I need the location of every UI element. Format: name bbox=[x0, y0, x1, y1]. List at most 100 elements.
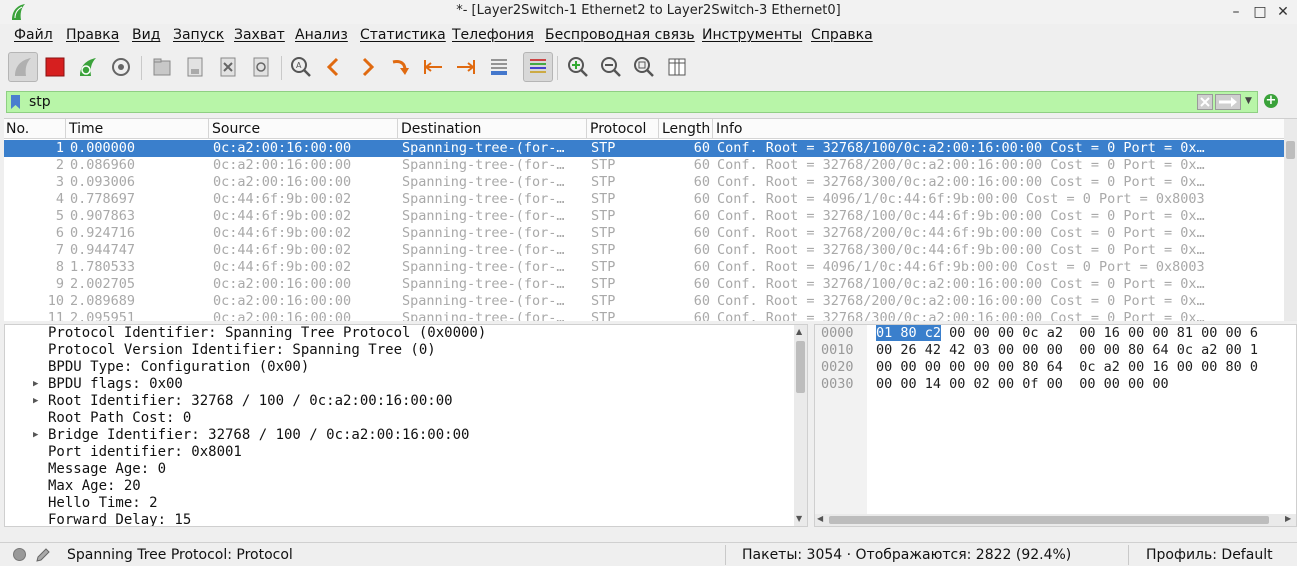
packet-cell: 60 bbox=[693, 208, 710, 224]
column-divider[interactable] bbox=[208, 119, 209, 139]
menu-view[interactable]: Вид bbox=[132, 27, 160, 43]
zoom-normal-icon[interactable] bbox=[629, 52, 659, 82]
details-scrollbar[interactable]: ▲ ▼ bbox=[794, 325, 807, 526]
go-back-icon[interactable] bbox=[319, 52, 349, 82]
expand-arrow-icon[interactable]: ▶ bbox=[33, 427, 38, 444]
hex-horizontal-scrollbar[interactable]: ◀ ▶ bbox=[815, 514, 1296, 526]
menu-bar: Файл Правка Вид Запуск Захват Анализ Ста… bbox=[0, 25, 1297, 47]
packet-cell: Spanning-tree-(for-… bbox=[402, 259, 565, 275]
packet-row[interactable]: 6 0.924716 0c:44:6f:9b:00:02 Spanning-tree-… bbox=[4, 225, 1284, 242]
menu-telephony[interactable]: Телефония bbox=[452, 27, 534, 43]
packet-row[interactable]: 8 1.780533 0c:44:6f:9b:00:02 Spanning-tree-… bbox=[4, 259, 1284, 276]
hex-offset: 0030 bbox=[821, 376, 854, 392]
resize-columns-icon[interactable] bbox=[662, 52, 692, 82]
column-divider[interactable] bbox=[397, 119, 398, 139]
stop-icon[interactable] bbox=[40, 52, 70, 82]
menu-tools[interactable]: Инструменты bbox=[702, 27, 802, 43]
packet-row[interactable]: 4 0.778697 0c:44:6f:9b:00:02 Spanning-tree-… bbox=[4, 191, 1284, 208]
packet-row[interactable]: 9 2.002705 0c:a2:00:16:00:00 Spanning-tree-… bbox=[4, 276, 1284, 293]
colorize-icon[interactable] bbox=[523, 52, 553, 82]
scroll-down-icon[interactable]: ▼ bbox=[796, 514, 802, 523]
packet-row[interactable]: 1 0.000000 0c:a2:00:16:00:00 Spanning-tree-… bbox=[4, 140, 1284, 157]
zoom-out-icon[interactable] bbox=[596, 52, 626, 82]
filter-history-dropdown-icon[interactable]: ▼ bbox=[1245, 96, 1252, 106]
go-first-icon[interactable] bbox=[418, 52, 448, 82]
packet-row[interactable]: 7 0.944747 0c:44:6f:9b:00:02 Spanning-tree-… bbox=[4, 242, 1284, 259]
menu-go[interactable]: Запуск bbox=[173, 27, 224, 43]
packet-cell: 2.089689 bbox=[70, 293, 136, 309]
autoscroll-icon[interactable] bbox=[484, 52, 514, 82]
go-to-packet-icon[interactable] bbox=[385, 52, 415, 82]
save-file-icon[interactable] bbox=[180, 52, 210, 82]
expert-info-icon[interactable] bbox=[13, 548, 26, 561]
clear-filter-icon[interactable] bbox=[1197, 94, 1213, 110]
column-header-time[interactable]: Time bbox=[69, 121, 103, 137]
packet-cell: 0c:a2:00:16:00:00 bbox=[213, 293, 352, 309]
column-header-info[interactable]: Info bbox=[716, 121, 743, 137]
packet-cell: 60 bbox=[693, 310, 710, 321]
packet-row[interactable]: 11 2.095951 0c:a2:00:16:00:00 Spanning-tree… bbox=[4, 310, 1284, 321]
packet-row[interactable]: 3 0.093006 0c:a2:00:16:00:00 Spanning-tree-… bbox=[4, 174, 1284, 191]
column-divider[interactable] bbox=[586, 119, 587, 139]
packet-list-scrollbar-thumb[interactable] bbox=[1286, 141, 1295, 159]
filter-bookmark-icon[interactable] bbox=[11, 95, 20, 109]
scroll-right-icon[interactable]: ▶ bbox=[1285, 514, 1291, 523]
display-filter-input[interactable]: stp ▼ bbox=[6, 91, 1258, 113]
packet-cell: 60 bbox=[693, 225, 710, 241]
hex-bytes-row[interactable]: 01 80 c2 00 00 00 0c a2 00 16 00 00 81 0… bbox=[876, 325, 1258, 342]
hex-scrollbar-thumb[interactable] bbox=[829, 516, 1269, 524]
packet-row[interactable]: 10 2.089689 0c:a2:00:16:00:00 Spanning-tree… bbox=[4, 293, 1284, 310]
expand-arrow-icon[interactable]: ▶ bbox=[33, 393, 38, 410]
packet-details-tree: Protocol Identifier: Spanning Tree Proto… bbox=[4, 324, 808, 527]
minimize-icon[interactable]: – bbox=[1226, 2, 1246, 22]
expand-arrow-icon[interactable]: ▶ bbox=[33, 376, 38, 393]
toolbar-separator bbox=[141, 56, 142, 80]
maximize-icon[interactable]: □ bbox=[1250, 2, 1270, 22]
column-header-no[interactable]: No. bbox=[6, 121, 29, 137]
detail-tree-label: Port identifier: 0x8001 bbox=[48, 444, 242, 460]
reload-icon[interactable] bbox=[246, 52, 276, 82]
detail-tree-label: BPDU Type: Configuration (0x00) bbox=[48, 359, 310, 375]
hex-bytes-row[interactable]: 00 00 14 00 02 00 0f 00 00 00 00 00 bbox=[876, 376, 1169, 393]
find-packet-icon[interactable]: A bbox=[286, 52, 316, 82]
menu-file[interactable]: Файл bbox=[14, 27, 53, 43]
column-divider[interactable] bbox=[65, 119, 66, 139]
go-forward-icon[interactable] bbox=[352, 52, 382, 82]
column-header-length[interactable]: Length bbox=[662, 121, 710, 137]
menu-wireless[interactable]: Беспроводная связь bbox=[545, 27, 695, 43]
close-file-icon[interactable] bbox=[213, 52, 243, 82]
hex-bytes-row[interactable]: 00 00 00 00 00 00 80 64 0c a2 00 16 00 0… bbox=[876, 359, 1258, 376]
shark-fin-start-icon[interactable] bbox=[8, 52, 38, 82]
scroll-left-icon[interactable]: ◀ bbox=[817, 514, 823, 523]
menu-help[interactable]: Справка bbox=[811, 27, 873, 43]
add-filter-button-icon[interactable]: + bbox=[1264, 94, 1278, 108]
details-scrollbar-thumb[interactable] bbox=[796, 341, 805, 393]
packet-cell: 60 bbox=[693, 276, 710, 292]
menu-analyze[interactable]: Анализ bbox=[295, 27, 348, 43]
column-divider[interactable] bbox=[712, 119, 713, 139]
open-folder-icon[interactable] bbox=[147, 52, 177, 82]
detail-tree-label: Message Age: 0 bbox=[48, 461, 167, 477]
packet-list-scrollbar[interactable] bbox=[1284, 119, 1297, 321]
edit-comment-icon[interactable] bbox=[35, 547, 51, 563]
menu-edit[interactable]: Правка bbox=[66, 27, 119, 43]
capture-options-gear-icon[interactable] bbox=[106, 52, 136, 82]
column-header-source[interactable]: Source bbox=[212, 121, 260, 137]
menu-statistics[interactable]: Статистика bbox=[360, 27, 446, 43]
scroll-up-icon[interactable]: ▲ bbox=[796, 327, 802, 336]
filter-text[interactable]: stp bbox=[29, 94, 51, 110]
close-icon[interactable]: ✕ bbox=[1273, 2, 1293, 22]
packet-row[interactable]: 5 0.907863 0c:44:6f:9b:00:02 Spanning-tree-… bbox=[4, 208, 1284, 225]
menu-capture[interactable]: Захват bbox=[234, 27, 285, 43]
status-profile[interactable]: Профиль: Default bbox=[1146, 547, 1273, 563]
restart-capture-icon[interactable] bbox=[73, 52, 103, 82]
zoom-in-icon[interactable] bbox=[563, 52, 593, 82]
hex-bytes-row[interactable]: 00 26 42 42 03 00 00 00 00 00 80 64 0c a… bbox=[876, 342, 1258, 359]
packet-row[interactable]: 2 0.086960 0c:a2:00:16:00:00 Spanning-tree-… bbox=[4, 157, 1284, 174]
column-header-protocol[interactable]: Protocol bbox=[590, 121, 646, 137]
go-last-icon[interactable] bbox=[451, 52, 481, 82]
column-header-destination[interactable]: Destination bbox=[401, 121, 481, 137]
apply-filter-icon[interactable] bbox=[1215, 94, 1241, 110]
column-divider[interactable] bbox=[658, 119, 659, 139]
hex-selected-bytes[interactable]: 01 80 c2 bbox=[876, 325, 942, 341]
